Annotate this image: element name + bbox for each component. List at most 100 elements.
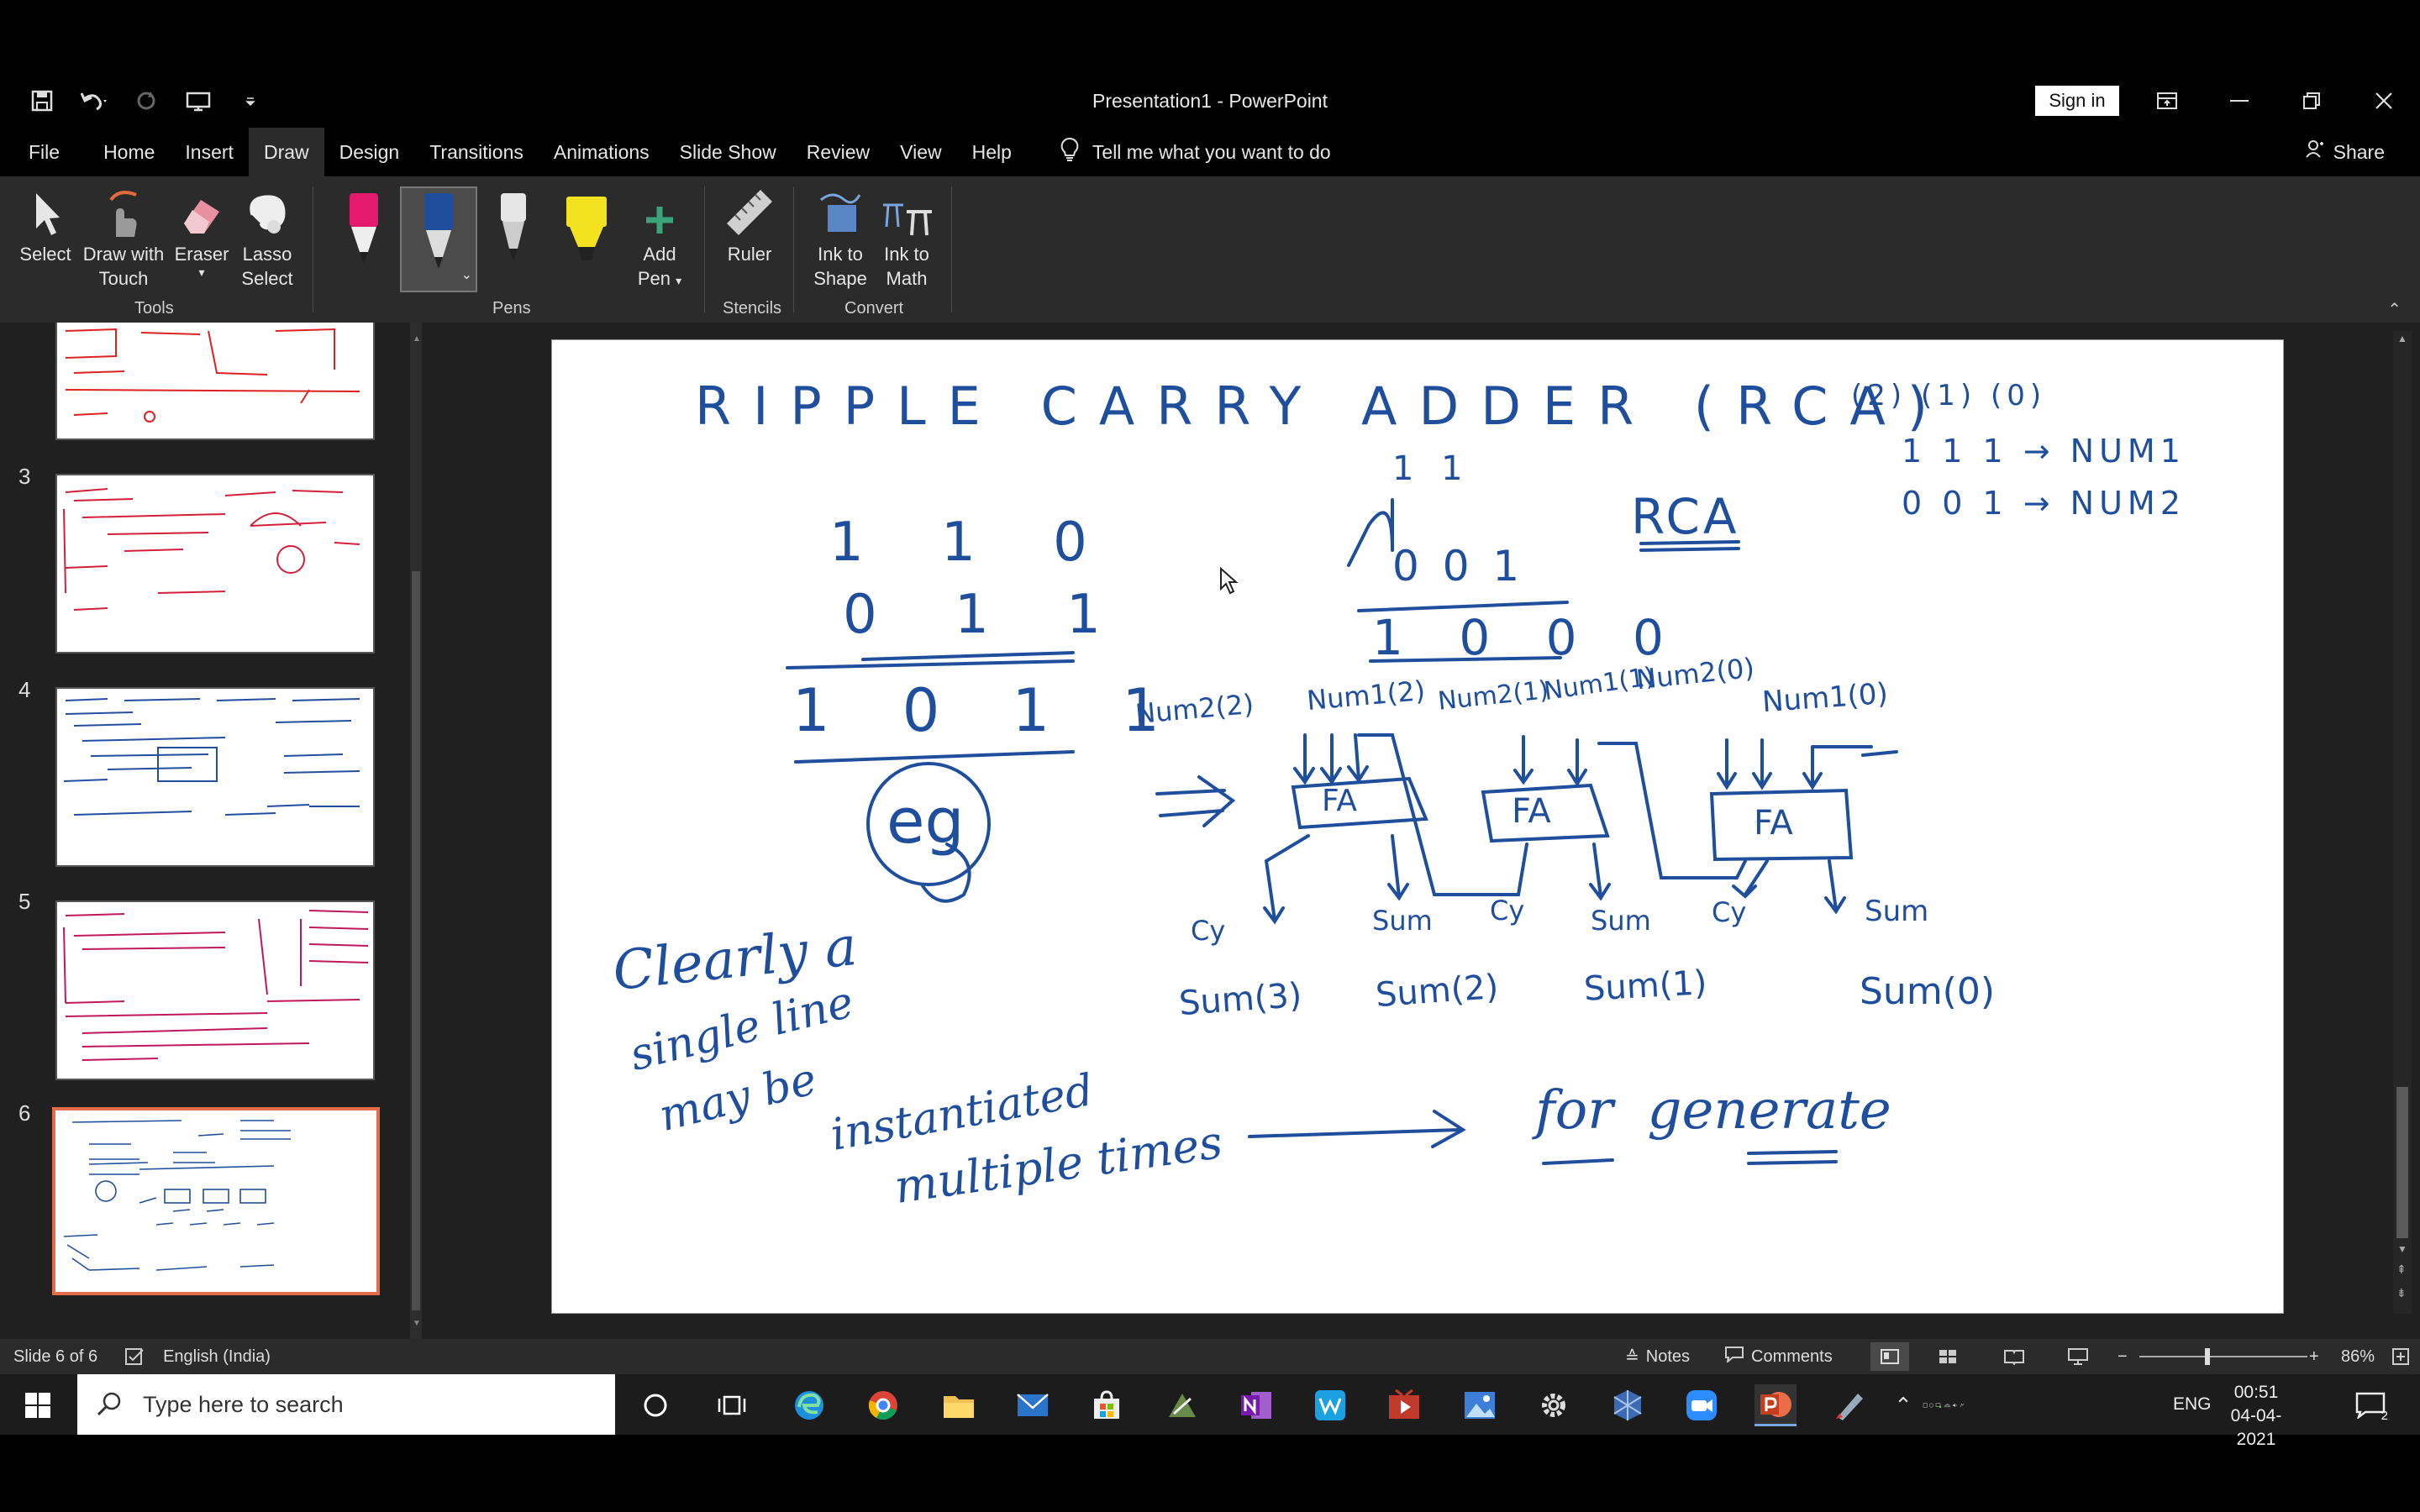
pen-white[interactable] <box>487 185 539 271</box>
clock-time: 00:51 <box>2233 1383 2279 1402</box>
pen-pink[interactable] <box>338 185 390 271</box>
share-button[interactable]: Share <box>2305 128 2385 176</box>
tab-transitions[interactable]: Transitions <box>414 128 539 176</box>
mail-icon[interactable] <box>1012 1384 1054 1426</box>
cortana-icon[interactable] <box>634 1384 676 1426</box>
virtualbox-icon[interactable] <box>1607 1384 1649 1426</box>
app-icon-toolbox[interactable] <box>1161 1384 1203 1426</box>
scroll-down-arrow-icon[interactable]: ▼ <box>413 1319 421 1328</box>
draw-with-touch-button[interactable]: Draw with Touch <box>77 185 170 291</box>
slide-sorter-icon[interactable] <box>1938 1348 1958 1365</box>
redo-icon[interactable] <box>129 84 163 118</box>
tab-file[interactable]: File <box>0 128 88 176</box>
zoom-level[interactable]: 86% <box>2341 1347 2375 1367</box>
taskbar-search-box[interactable]: Type here to search <box>77 1374 615 1435</box>
windows-start-icon[interactable] <box>17 1384 59 1426</box>
scroll-up-arrow-icon[interactable]: ▲ <box>413 334 421 344</box>
show-hidden-icons-chevron[interactable]: ⌃ <box>1882 1384 1924 1426</box>
tab-help[interactable]: Help <box>957 128 1027 176</box>
undo-icon[interactable] <box>77 84 111 118</box>
reading-view-icon[interactable] <box>2003 1348 2025 1365</box>
slide-scroll-thumb[interactable] <box>2396 1087 2408 1238</box>
save-icon[interactable] <box>25 84 59 118</box>
tell-me-search[interactable]: Tell me what you want to do <box>1060 137 1331 167</box>
tab-home[interactable]: Home <box>88 128 170 176</box>
media-app-icon[interactable] <box>1383 1384 1425 1426</box>
tab-design[interactable]: Design <box>324 128 415 176</box>
customize-toolbar-icon[interactable] <box>234 84 267 118</box>
language-indicator[interactable]: English (India) <box>163 1347 271 1367</box>
edge-icon[interactable] <box>788 1384 830 1426</box>
ruler-button[interactable]: Ruler <box>719 185 780 266</box>
normal-view-icon[interactable] <box>1870 1342 1909 1371</box>
tab-animations[interactable]: Animations <box>539 128 665 176</box>
touch-mode-icon[interactable] <box>182 84 215 118</box>
ribbon-display-options-icon[interactable] <box>2131 76 2203 126</box>
highlighter-yellow[interactable] <box>555 185 618 271</box>
sum1-label: Sum(1) <box>1582 963 1708 1009</box>
next-slide-icon[interactable]: ⇟ <box>2396 1287 2407 1299</box>
slide-thumbnail-5[interactable] <box>55 900 375 1080</box>
sign-in-button[interactable]: Sign in <box>2035 86 2119 116</box>
restore-icon[interactable] <box>2275 76 2348 126</box>
minimize-icon[interactable] <box>2203 76 2275 126</box>
file-explorer-icon[interactable] <box>938 1384 980 1426</box>
adder2-sum: 1 0 0 0 <box>1372 609 1684 666</box>
tab-review[interactable]: Review <box>792 128 885 176</box>
spelling-icon[interactable] <box>124 1347 146 1366</box>
tab-slide-show[interactable]: Slide Show <box>665 128 792 176</box>
notes-button[interactable]: ≙ Notes <box>1625 1347 1690 1368</box>
store-icon[interactable] <box>1086 1384 1128 1426</box>
select-button[interactable]: Select <box>12 185 79 266</box>
settings-icon[interactable] <box>1533 1384 1575 1426</box>
zoom-slider-thumb[interactable] <box>2205 1348 2210 1365</box>
photos-icon[interactable] <box>1459 1384 1501 1426</box>
previous-slide-icon[interactable]: ⇞ <box>2396 1263 2407 1275</box>
thumbnail-scroll-thumb[interactable] <box>412 571 420 1310</box>
fit-to-window-icon[interactable] <box>2391 1347 2410 1366</box>
taskbar-clock[interactable]: 00:51 04-04-2021 <box>2218 1381 2294 1452</box>
add-pen-button[interactable]: Add Pen ▾ <box>632 185 687 293</box>
comments-button[interactable]: Comments <box>1724 1346 1833 1368</box>
task-view-icon[interactable] <box>711 1384 753 1426</box>
notifications-icon[interactable]: 2 <box>2349 1384 2391 1426</box>
tab-draw[interactable]: Draw <box>248 128 324 176</box>
zoom-out-icon[interactable]: − <box>2118 1347 2128 1367</box>
tray-icons[interactable] <box>1923 1384 1965 1426</box>
onenote-icon[interactable] <box>1235 1384 1277 1426</box>
tab-view[interactable]: View <box>885 128 956 176</box>
collapse-ribbon-icon[interactable]: ⌃ <box>2387 299 2402 320</box>
eraser-button[interactable]: Eraser ▾ <box>170 185 234 278</box>
ink-to-shape-button[interactable]: Ink to Shape <box>808 185 872 291</box>
zoom-slider[interactable] <box>2139 1348 2307 1365</box>
scroll-down-icon[interactable]: ▼ <box>2397 1243 2407 1255</box>
close-icon[interactable] <box>2348 76 2420 126</box>
slide-thumbnail-3[interactable] <box>55 474 375 654</box>
lasso-label-1: Lasso <box>242 244 292 265</box>
chrome-icon[interactable] <box>862 1384 904 1426</box>
slide-scrollbar[interactable]: ▲ ▼ ⇞ ⇟ <box>2393 331 2412 1314</box>
ink-to-math-button[interactable]: Ink to Math <box>874 185 939 291</box>
zoom-meetings-icon[interactable] <box>1681 1384 1723 1426</box>
slide-thumbnail-6-selected[interactable] <box>52 1107 380 1295</box>
lasso-select-button[interactable]: Lasso Select <box>235 185 299 291</box>
whiteboard-icon[interactable] <box>1309 1384 1351 1426</box>
slide-thumbnail-4[interactable] <box>55 687 375 867</box>
ribbon-tabs: File Home Insert Draw Design Transitions… <box>0 128 2420 176</box>
tab-insert[interactable]: Insert <box>170 128 249 176</box>
zoom-in-icon[interactable]: + <box>2309 1347 2319 1367</box>
thumbnail-scrollbar[interactable]: ▲ ▼ <box>410 323 422 1339</box>
person-icon <box>2305 128 2325 176</box>
scroll-up-icon[interactable]: ▲ <box>2397 333 2407 344</box>
powerpoint-taskbar-icon[interactable] <box>1754 1384 1797 1426</box>
paint-app-icon[interactable] <box>1828 1384 1870 1426</box>
slide-canvas[interactable]: RIPPLE CARRY ADDER (RCA) (2) (1) (0) 1 1… <box>551 339 2284 1314</box>
slide-title: RIPPLE CARRY ADDER (RCA) <box>695 375 1949 437</box>
slide-thumbnail-pane: 3 4 5 6 ▲ ▼ <box>0 323 422 1339</box>
pen-blue-selected[interactable]: ⌄ <box>400 186 477 292</box>
eraser-dropdown-icon[interactable]: ▾ <box>170 266 234 278</box>
pen-options-chevron-icon[interactable]: ⌄ <box>461 263 472 287</box>
slideshow-view-icon[interactable] <box>2067 1347 2089 1366</box>
input-language[interactable]: ENG <box>2173 1394 2212 1415</box>
slide-thumbnail-2[interactable] <box>55 323 375 440</box>
